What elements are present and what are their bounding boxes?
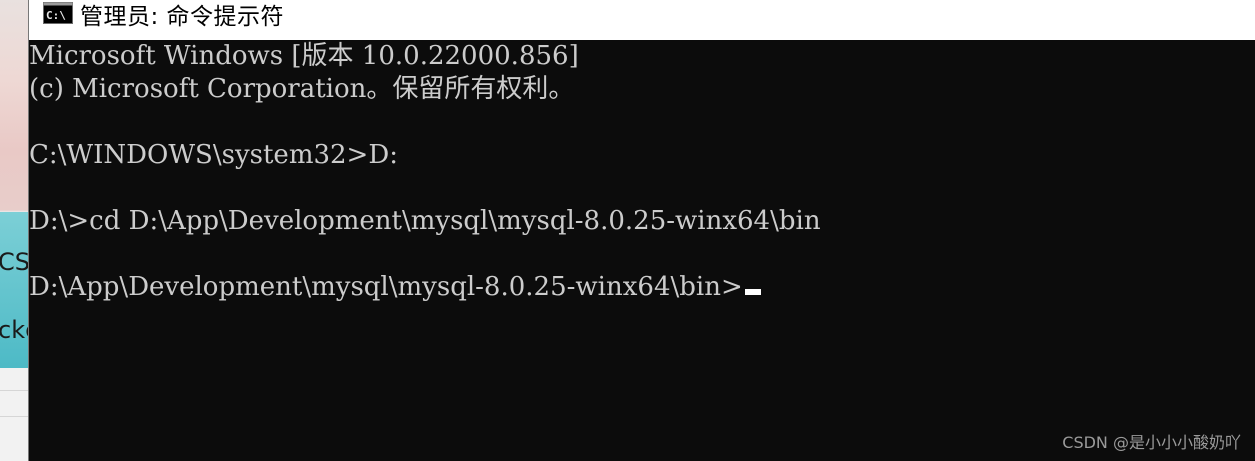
divider [0,390,30,391]
command-prompt-window[interactable]: C:\ 管理员: 命令提示符 Microsoft Windows [版本 10.… [28,0,1255,461]
console-output[interactable]: Microsoft Windows [版本 10.0.22000.856] (c… [29,40,1255,461]
console-prompt-line[interactable]: D:\App\Development\mysql\mysql-8.0.25-wi… [29,271,761,303]
window-title: 管理员: 命令提示符 [80,4,285,30]
cmd-icon: C:\ [43,2,73,24]
divider [0,416,30,417]
background-window-band: CSD ckc [0,212,30,368]
svg-text:C:\: C:\ [46,9,66,22]
console-line: (c) Microsoft Corporation。保留所有权利。 [29,74,575,104]
background-text-fragment: ckc [0,316,30,344]
background-window: CSD ckc [0,0,30,461]
watermark: CSDN @是小小小酸奶吖 [1062,433,1241,452]
console-line: D:\>cd D:\App\Development\mysql\mysql-8.… [29,206,821,236]
title-bar[interactable]: C:\ 管理员: 命令提示符 [29,0,1255,40]
console-line: Microsoft Windows [版本 10.0.22000.856] [29,41,579,71]
console-line: C:\WINDOWS\system32>D: [29,140,398,170]
console-prompt: D:\App\Development\mysql\mysql-8.0.25-wi… [29,272,743,302]
background-text-fragment: CSD [0,248,30,276]
text-cursor [744,289,761,295]
background-panel [0,368,30,461]
